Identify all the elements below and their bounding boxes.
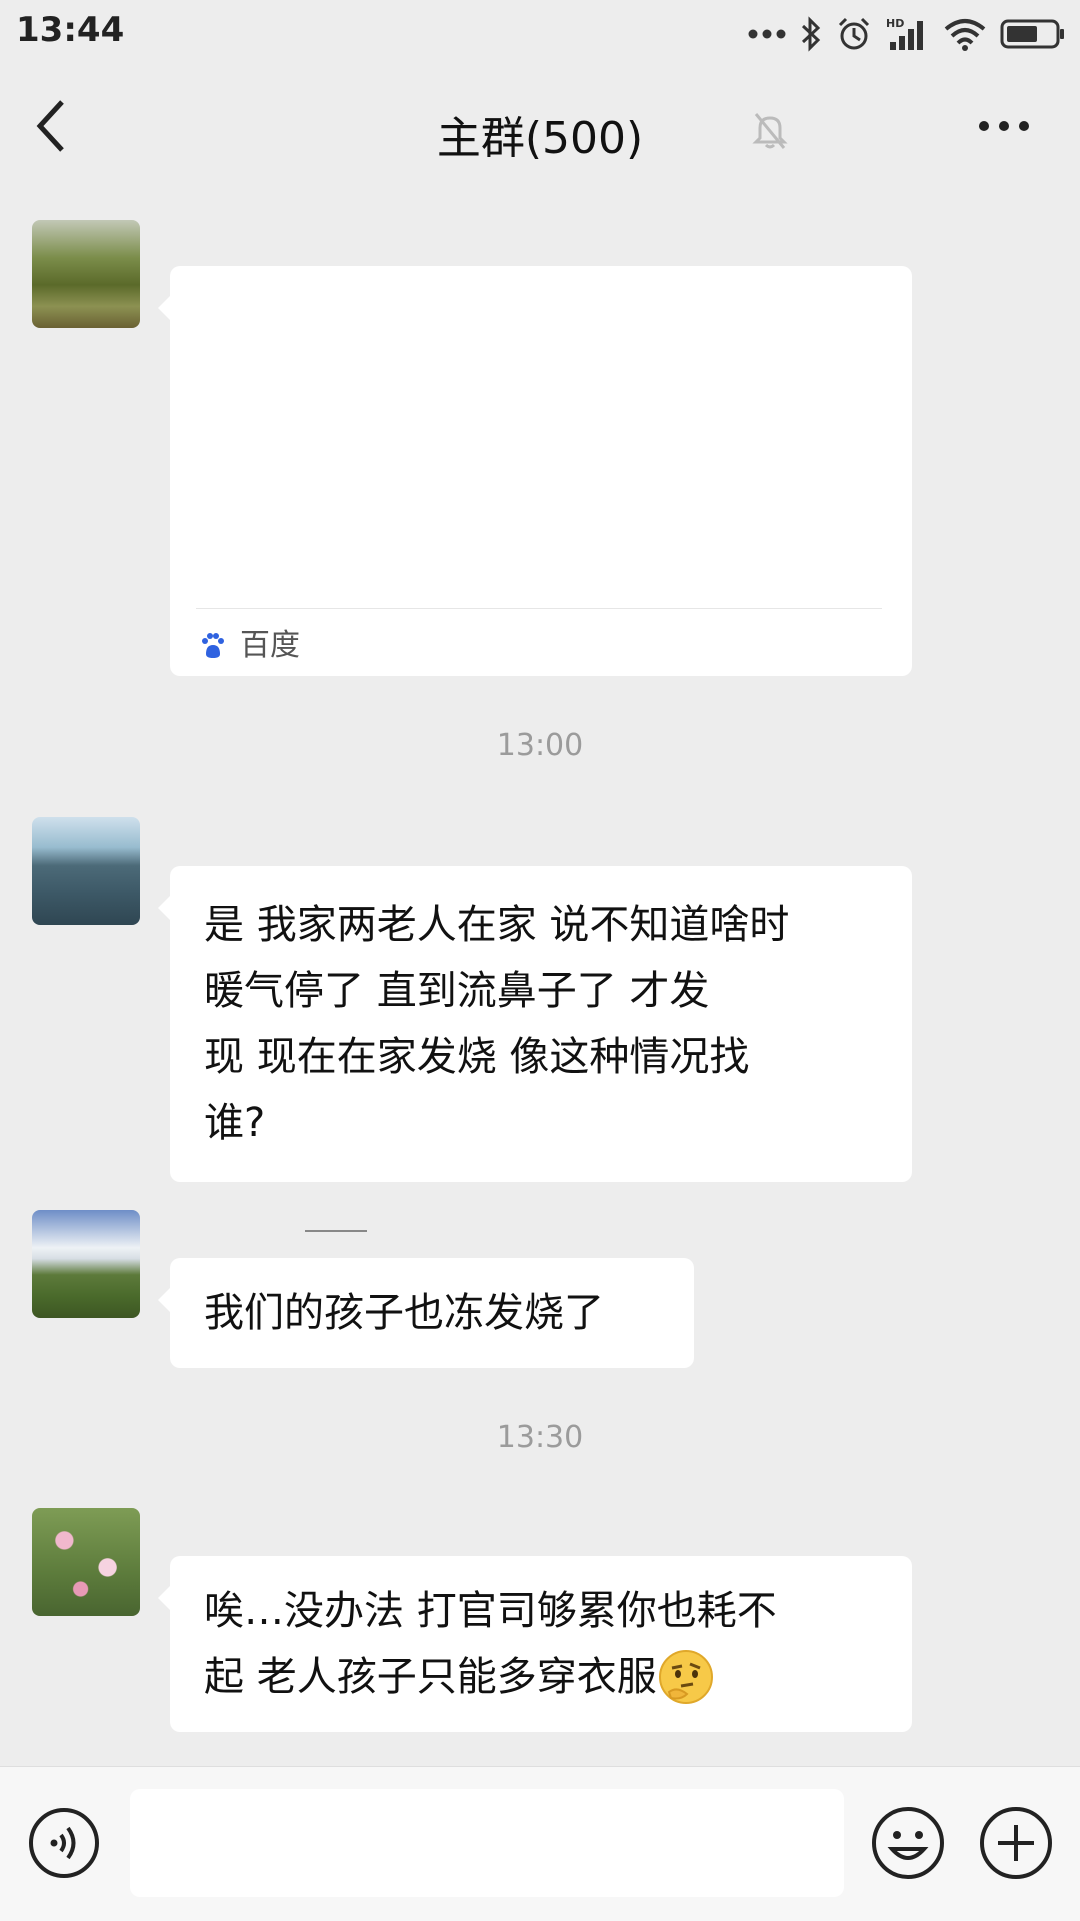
more-dots-icon (748, 29, 786, 39)
card-body (204, 286, 882, 616)
status-icons: HD (748, 12, 1066, 56)
card-source-label: 百度 (240, 628, 300, 663)
avatar[interactable] (32, 1508, 140, 1616)
divider-mark (305, 1230, 367, 1232)
avatar[interactable] (32, 1210, 140, 1318)
message-line: 唉…没办法 打官司够累你也耗不 (204, 1588, 777, 1634)
card-footer: 百度 (200, 616, 300, 676)
voice-button[interactable] (28, 1807, 100, 1879)
message-line: 现 现在在家发烧 像这种情况找 (204, 1034, 750, 1080)
mute-indicator (752, 110, 788, 154)
plus-icon (980, 1807, 1052, 1879)
status-bar: 13:44 HD (0, 0, 1080, 66)
svg-text:HD: HD (886, 17, 904, 30)
emoji-button[interactable] (870, 1805, 946, 1881)
more-button[interactable] (974, 106, 1044, 156)
timestamp: 13:30 (496, 1420, 584, 1455)
emoji-icon (872, 1807, 944, 1879)
chat-header: 主群(500) (0, 66, 1080, 196)
avatar[interactable] (32, 817, 140, 925)
status-time: 13:44 (16, 10, 125, 50)
message-line: 是 我家两老人在家 说不知道啥时 (204, 902, 790, 948)
message-bubble[interactable]: 唉…没办法 打官司够累你也耗不 起 老人孩子只能多穿衣服 (158, 1556, 912, 1732)
timestamp: 13:00 (496, 728, 584, 763)
chat-title: 主群(500) (436, 113, 644, 164)
message-line: 暖气停了 直到流鼻子了 才发 (204, 968, 710, 1014)
baidu-paw-icon (202, 633, 224, 658)
message-bubble[interactable]: 我们的孩子也冻发烧了 (158, 1258, 694, 1368)
avatar[interactable] (32, 220, 140, 328)
message-bubble[interactable]: 是 我家两老人在家 说不知道啥时 暖气停了 直到流鼻子了 才发 现 现在在家发烧… (158, 866, 912, 1182)
wifi-icon (944, 19, 986, 51)
shared-link-card[interactable]: 百度 (158, 266, 912, 676)
bluetooth-icon (801, 16, 821, 52)
plus-button[interactable] (978, 1805, 1054, 1881)
thinking-face-emoji (658, 1650, 713, 1704)
message-line: 谁? (204, 1100, 266, 1146)
message-line: 起 老人孩子只能多穿衣服 (204, 1644, 882, 1710)
message-text: 我们的孩子也冻发烧了 (204, 1290, 604, 1336)
battery-icon (1000, 19, 1064, 49)
voice-icon (29, 1808, 99, 1878)
input-bar (0, 1766, 1080, 1921)
message-line-text: 起 老人孩子只能多穿衣服 (204, 1654, 657, 1700)
card-divider (196, 608, 882, 609)
alarm-icon (838, 17, 870, 50)
hd-signal-icon: HD (886, 17, 923, 50)
message-input[interactable] (130, 1789, 844, 1897)
more-icon (979, 121, 1029, 131)
bell-muted-icon (752, 113, 788, 149)
